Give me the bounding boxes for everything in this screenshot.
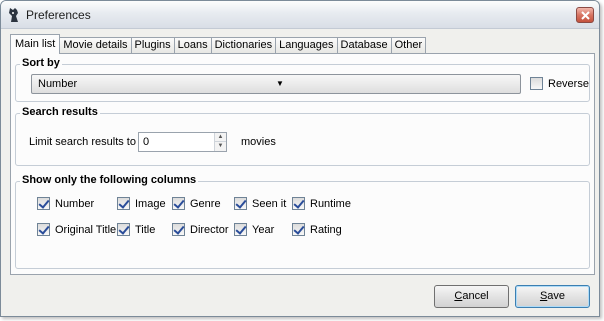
limit-unit: movies [241,136,276,148]
checkbox-box[interactable] [172,197,185,210]
checkbox-box[interactable] [292,197,305,210]
spin-up-icon[interactable]: ▲ [215,133,226,142]
checkbox-box[interactable] [117,197,130,210]
spin-buttons[interactable]: ▲ ▼ [214,133,226,151]
spin-down-icon[interactable]: ▼ [215,142,226,151]
column-number-checkbox[interactable]: Number [37,197,94,210]
search-results-title: Search results [20,106,100,119]
tab-other[interactable]: Other [390,37,427,54]
column-rating-checkbox[interactable]: Rating [292,223,342,236]
column-year-checkbox[interactable]: Year [234,223,274,236]
tab-dictionaries[interactable]: Dictionaries [210,37,277,54]
column-image-checkbox[interactable]: Image [117,197,166,210]
tab-plugins[interactable]: Plugins [130,37,175,54]
column-label: Director [190,223,229,236]
tab-strip: Main list Movie details Plugins Loans Di… [10,34,427,54]
columns-title: Show only the following columns [20,174,199,187]
checkbox-box[interactable] [292,223,305,236]
column-label: Genre [190,197,221,210]
tab-languages[interactable]: Languages [275,37,338,54]
close-icon [580,10,590,20]
checkbox-box[interactable] [172,223,185,236]
column-seen-it-checkbox[interactable]: Seen it [234,197,286,210]
column-label: Seen it [252,197,287,210]
limit-spinbox[interactable]: 0 ▲ ▼ [138,132,227,152]
column-label: Original Title [55,223,117,236]
checkbox-box[interactable] [234,223,247,236]
column-label: Number [55,197,95,210]
column-original-title-checkbox[interactable]: Original Title [37,223,116,236]
limit-label: Limit search results to [29,136,136,148]
app-icon [9,8,18,22]
reverse-checkbox-box[interactable] [530,77,543,90]
column-label: Year [252,223,275,236]
reverse-label: Reverse [548,77,589,90]
checkbox-box[interactable] [37,197,50,210]
close-button[interactable] [576,7,594,23]
column-label: Runtime [310,197,351,210]
tab-movie-details[interactable]: Movie details [59,37,132,54]
cancel-label: ancel [462,290,489,302]
preferences-window: Preferences Main list Movie details Plug… [0,0,600,317]
limit-value: 0 [143,136,150,148]
dropdown-arrow-icon: ▼ [276,79,284,88]
save-label: ave [547,290,566,302]
window-title: Preferences [26,8,91,22]
column-label: Image [135,197,166,210]
main-list-panel: Sort by Number ▼ Reverse Search results … [10,53,595,275]
tab-loans[interactable]: Loans [173,37,212,54]
sort-by-dropdown[interactable]: Number ▼ [31,74,521,94]
checkbox-box[interactable] [234,197,247,210]
checkbox-box[interactable] [117,223,130,236]
column-runtime-checkbox[interactable]: Runtime [292,197,351,210]
tab-main-list[interactable]: Main list [10,34,61,54]
sort-by-title: Sort by [20,57,62,70]
checkbox-box[interactable] [37,223,50,236]
column-genre-checkbox[interactable]: Genre [172,197,221,210]
column-label: Title [135,223,156,236]
reverse-checkbox[interactable]: Reverse [530,77,589,90]
save-button[interactable]: Save [515,285,590,308]
column-label: Rating [310,223,342,236]
sort-by-value: Number [38,78,78,90]
column-director-checkbox[interactable]: Director [172,223,229,236]
tab-database[interactable]: Database [336,37,392,54]
column-title-checkbox[interactable]: Title [117,223,155,236]
title-bar[interactable]: Preferences [1,1,599,29]
cancel-button[interactable]: Cancel [434,285,509,308]
